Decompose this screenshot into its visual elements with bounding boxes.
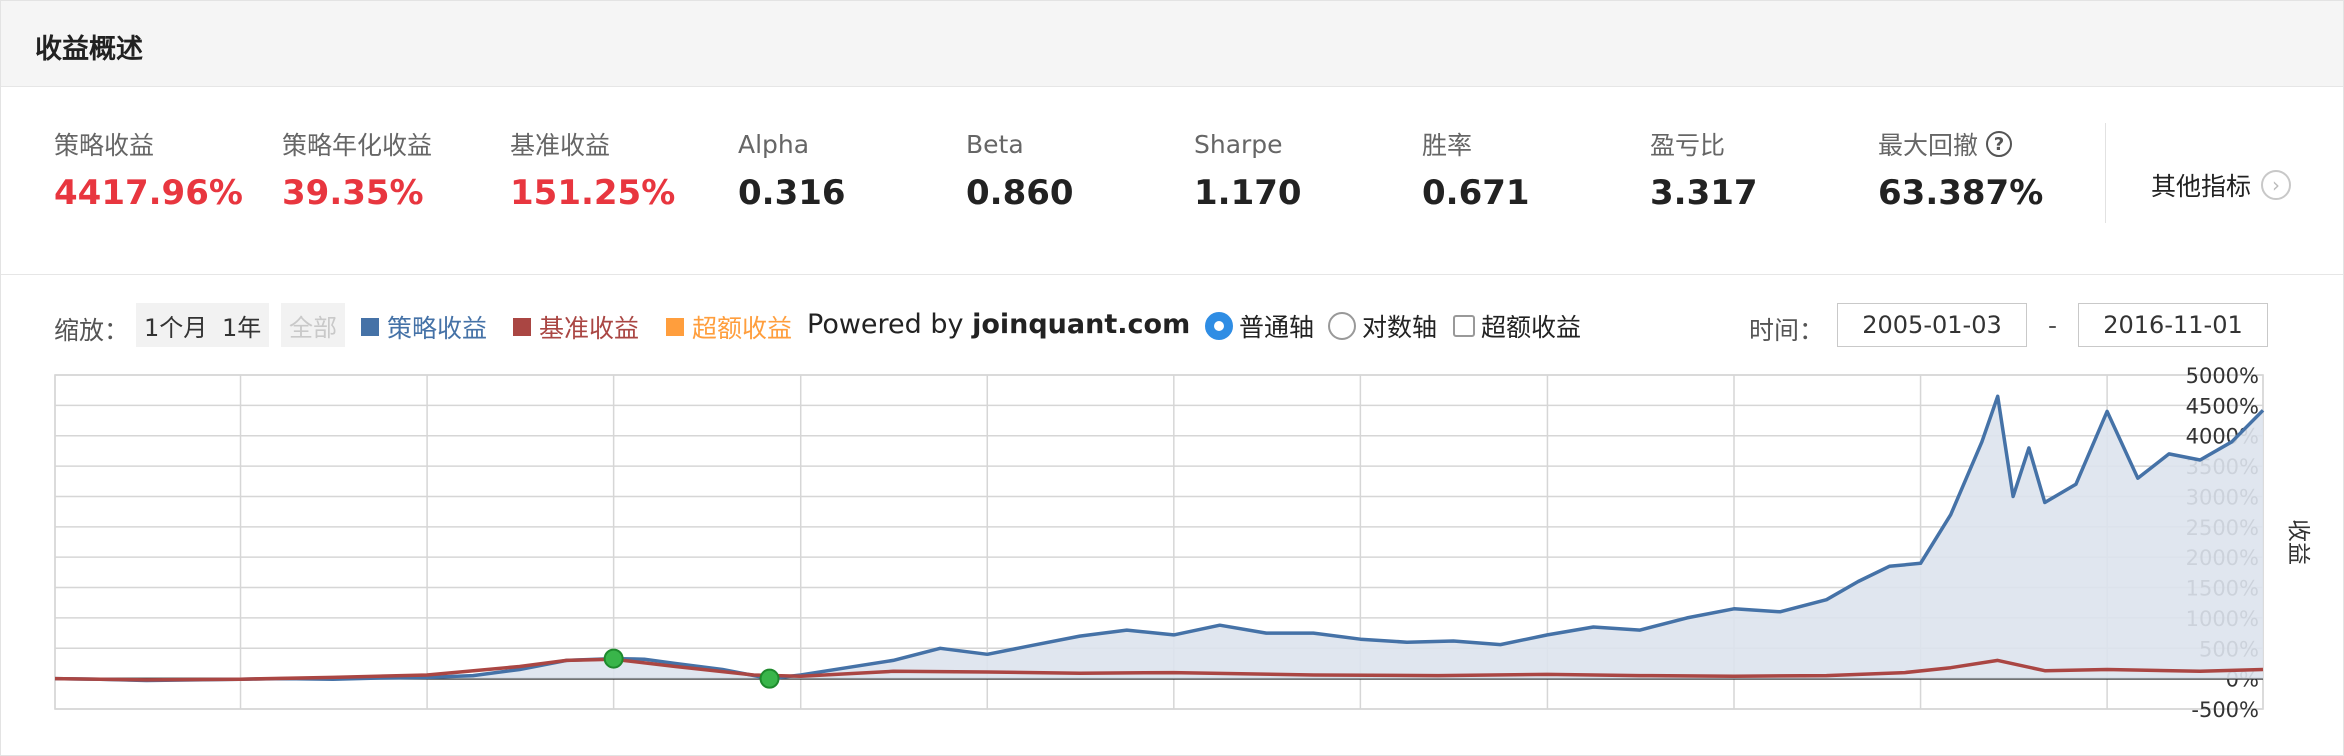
- metric-profit-loss-ratio: 盈亏比 3.317: [1650, 127, 1870, 213]
- date-separator: -: [2048, 311, 2058, 340]
- help-icon[interactable]: ?: [1986, 131, 2013, 157]
- powered-by: Powered by joinquant.com: [807, 309, 1190, 340]
- radio-label: 对数轴: [1362, 313, 1438, 342]
- metric-label: Alpha: [738, 127, 958, 161]
- metric-label: Sharpe: [1194, 127, 1414, 161]
- metric-value: 39.35%: [282, 173, 424, 213]
- metric-label: 策略收益: [54, 127, 274, 161]
- metric-label-text: Alpha: [738, 129, 810, 159]
- metric-win-rate: 胜率 0.671: [1422, 127, 1642, 213]
- panel-title: 收益概述: [35, 34, 143, 65]
- zoom-1-month-button[interactable]: 1个月: [136, 303, 216, 347]
- metric-sharpe: Sharpe 1.170: [1194, 127, 1414, 214]
- metric-label: 基准收益: [510, 127, 730, 161]
- metric-value: 63.387%: [1878, 173, 2044, 213]
- trade-marker: [759, 668, 780, 689]
- legend-excess[interactable]: 超额收益: [666, 309, 792, 345]
- metric-value: 3.317: [1650, 173, 1758, 213]
- metric-value: 0.316: [738, 173, 846, 213]
- metric-label-text: 策略年化收益: [282, 131, 433, 160]
- returns-chart-svg: 5000%4500%4000%3500%3000%2500%2000%1500%…: [54, 364, 2311, 721]
- powered-site: joinquant.com: [972, 309, 1191, 340]
- powered-prefix: Powered by: [807, 309, 973, 340]
- metric-value: 0.671: [1422, 173, 1530, 213]
- zoom-all-button[interactable]: 全部: [281, 303, 345, 347]
- metric-label-text: 最大回撤: [1878, 131, 1979, 160]
- linear-axis-radio[interactable]: 普通轴: [1205, 308, 1314, 344]
- checkbox-label: 超额收益: [1481, 313, 1582, 342]
- metric-strategy-return: 策略收益 4417.96%: [54, 127, 274, 213]
- metric-value: 1.170: [1194, 173, 1302, 213]
- radio-unchecked: [1328, 312, 1356, 340]
- chart-toolbar: 缩放： 1个月 1年 全部 策略收益 基准收益 超额收益 Powered by …: [1, 301, 2343, 349]
- trade-marker: [603, 648, 624, 669]
- metric-label: Beta: [966, 127, 1186, 161]
- metric-label-text: 胜率: [1422, 131, 1473, 160]
- metric-value: 4417.96%: [54, 173, 243, 213]
- legend-swatch: [361, 318, 379, 336]
- legend-label: 基准收益: [539, 314, 640, 343]
- legend-label: 策略收益: [387, 314, 488, 343]
- log-axis-radio[interactable]: 对数轴: [1328, 308, 1437, 344]
- radio-checked: [1205, 312, 1233, 340]
- returns-overview-panel: 收益概述 策略收益 4417.96% 策略年化收益 39.35% 基准收益 15…: [0, 0, 2344, 756]
- legend-swatch: [666, 318, 684, 336]
- checkbox-unchecked: [1453, 315, 1475, 337]
- metric-benchmark-return: 基准收益 151.25%: [510, 127, 730, 213]
- zoom-label: 缩放：: [54, 316, 130, 345]
- metric-label-text: Sharpe: [1194, 129, 1283, 159]
- metric-max-drawdown: 最大回撤 ? 63.387%: [1878, 127, 2098, 213]
- metric-label: 最大回撤 ?: [1878, 127, 2098, 161]
- returns-chart: 5000%4500%4000%3500%3000%2500%2000%1500%…: [1, 361, 2344, 721]
- metric-beta: Beta 0.860: [966, 127, 1186, 214]
- excess-return-checkbox[interactable]: 超额收益: [1453, 308, 1581, 344]
- metric-alpha: Alpha 0.316: [738, 127, 958, 214]
- legend-label: 超额收益: [692, 314, 793, 343]
- metric-label-text: Beta: [966, 129, 1024, 159]
- metric-value: 151.25%: [510, 173, 676, 213]
- y-tick-label: -500%: [2191, 698, 2259, 721]
- chevron-right-icon: ›: [2261, 170, 2292, 200]
- time-label: 时间：: [1749, 316, 1825, 345]
- radio-label: 普通轴: [1239, 313, 1315, 342]
- metrics-row: 策略收益 4417.96% 策略年化收益 39.35% 基准收益 151.25%…: [1, 87, 2343, 275]
- legend-swatch: [513, 318, 531, 336]
- metric-label-text: 基准收益: [510, 131, 611, 160]
- metric-label: 策略年化收益: [282, 127, 502, 161]
- other-metrics-label: 其他指标: [2151, 172, 2252, 201]
- legend-strategy[interactable]: 策略收益: [361, 309, 487, 345]
- metric-annual-return: 策略年化收益 39.35%: [282, 127, 502, 213]
- other-metrics-link[interactable]: 其他指标 ›: [2151, 167, 2292, 203]
- y-tick-label: 4500%: [2186, 394, 2259, 418]
- zoom-1-year-button[interactable]: 1年: [214, 303, 270, 347]
- panel-header: 收益概述: [1, 1, 2343, 87]
- metric-label: 盈亏比: [1650, 127, 1870, 161]
- date-to-input[interactable]: [2078, 303, 2268, 347]
- y-tick-label: 5000%: [2186, 364, 2259, 388]
- y-axis-label: 收益: [2285, 519, 2311, 565]
- date-from-input[interactable]: [1837, 303, 2027, 347]
- metrics-divider: [2105, 123, 2106, 223]
- metric-label: 胜率: [1422, 127, 1642, 161]
- metric-value: 0.860: [966, 173, 1074, 213]
- metric-label-text: 盈亏比: [1650, 131, 1726, 160]
- metric-label-text: 策略收益: [54, 131, 155, 160]
- legend-benchmark[interactable]: 基准收益: [513, 309, 639, 345]
